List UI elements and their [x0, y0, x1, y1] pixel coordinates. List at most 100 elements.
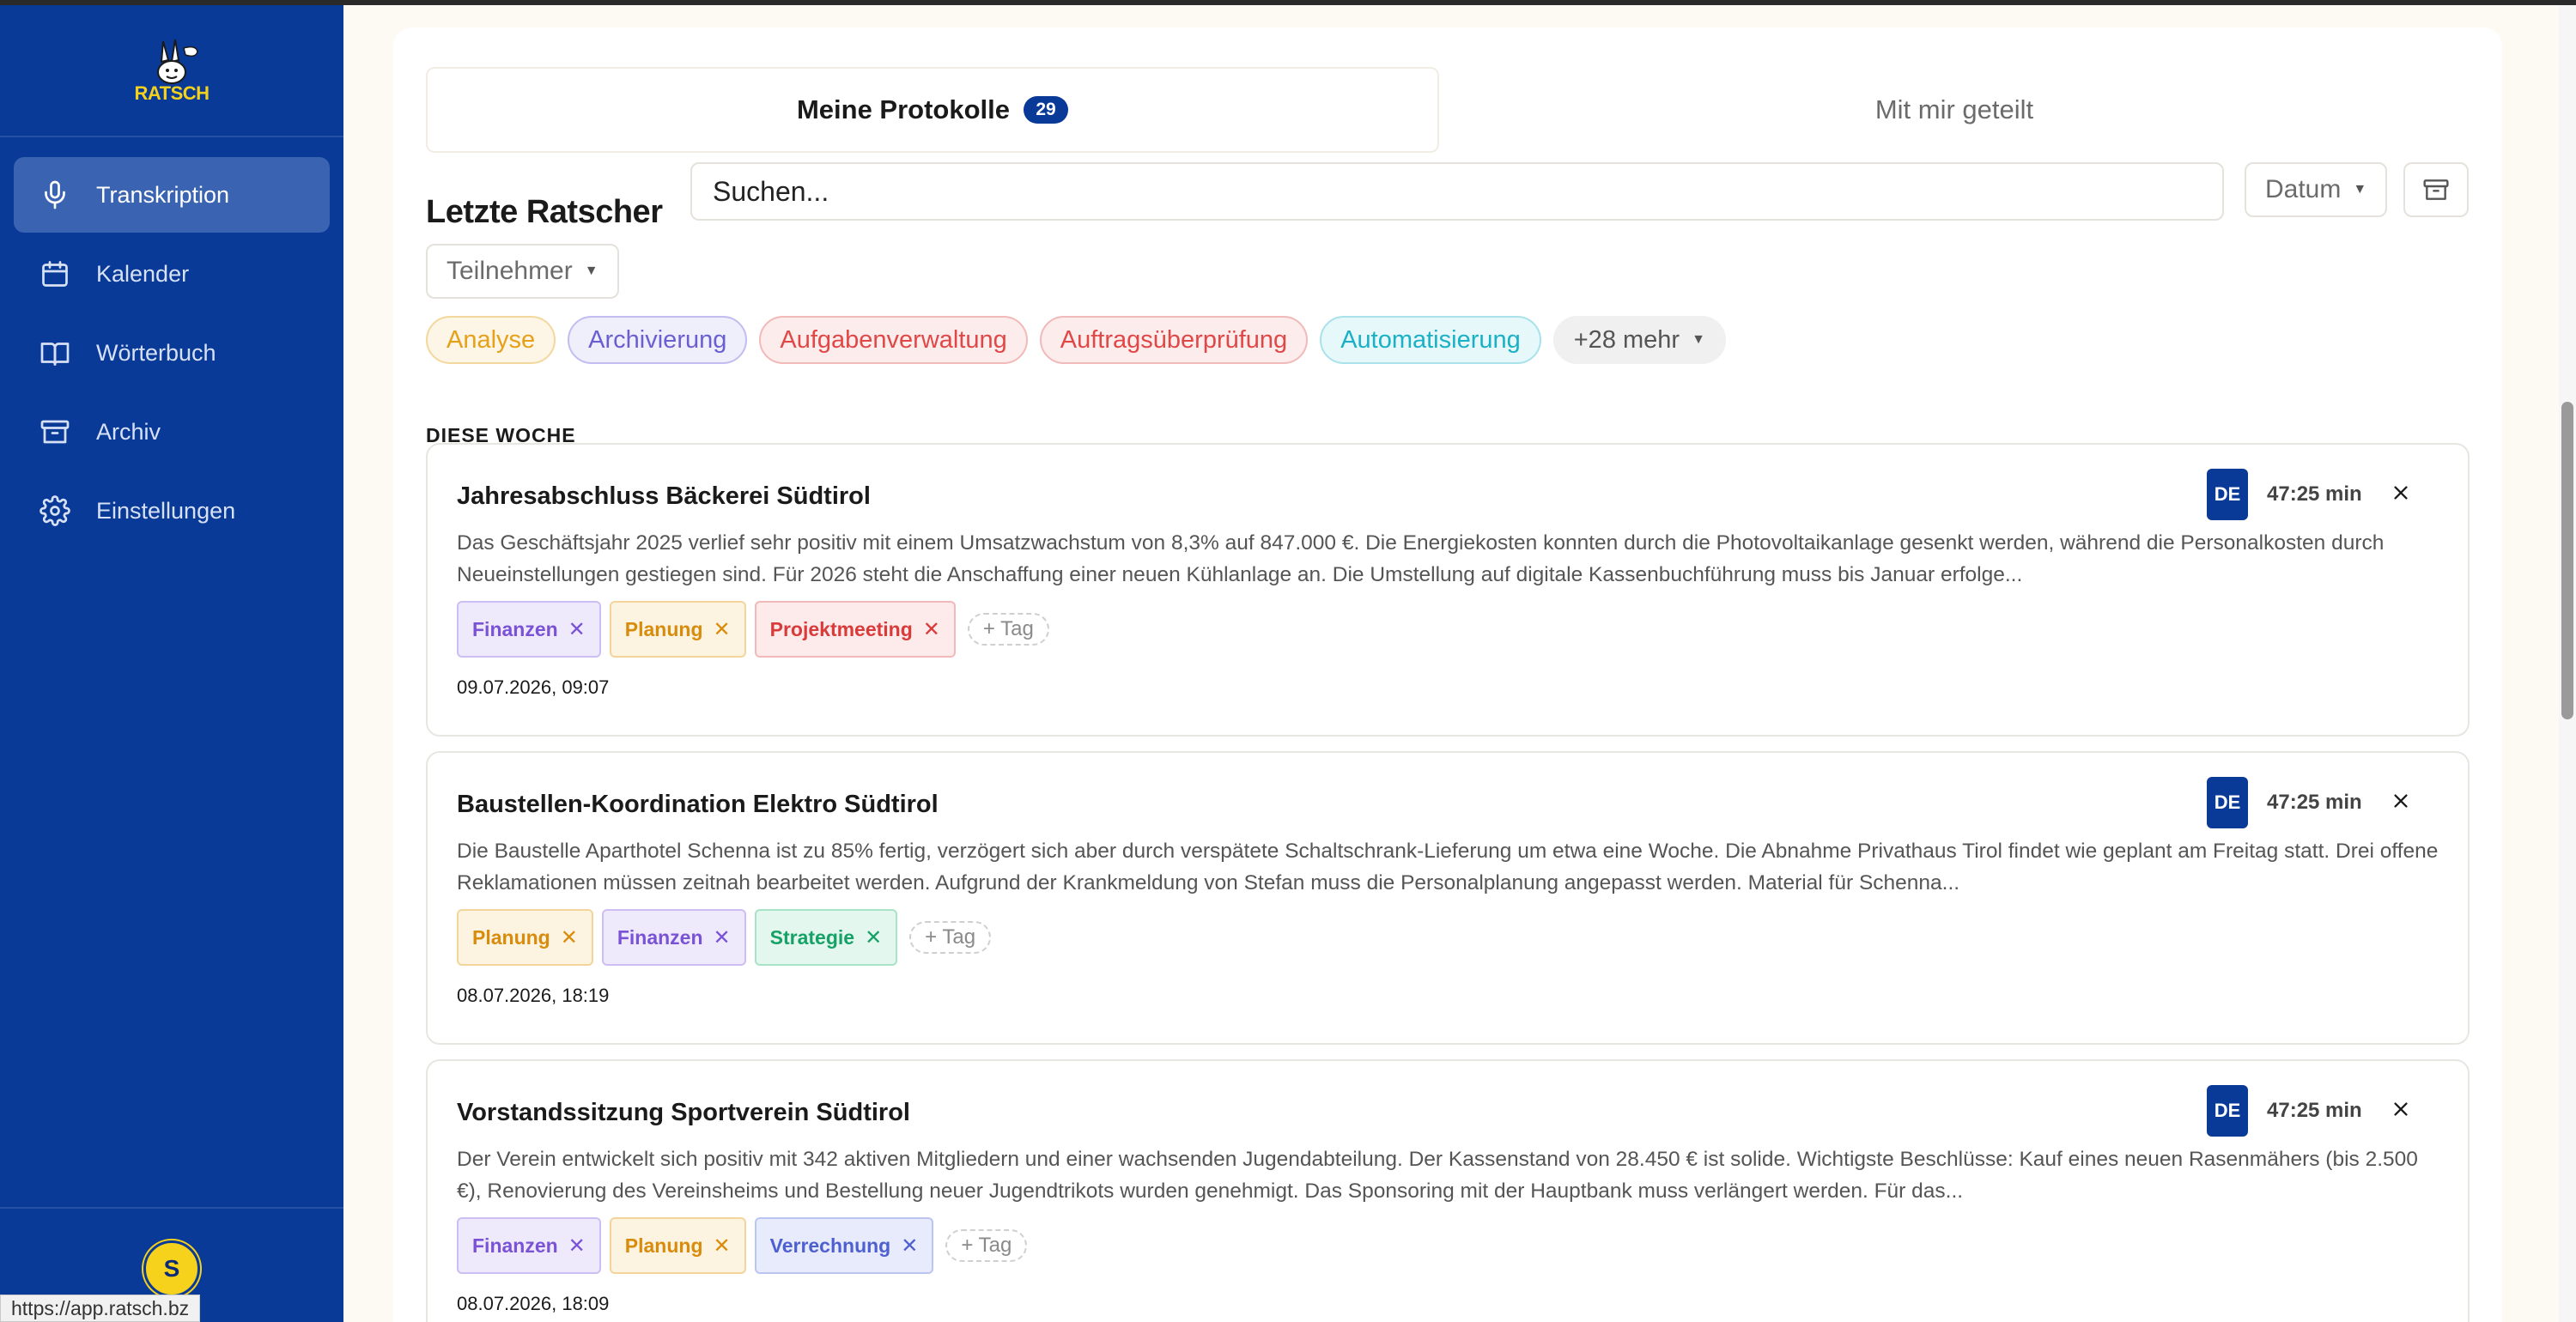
tag-list: Planung ✕ Finanzen ✕ Strategie ✕ + Tag	[457, 909, 992, 966]
remove-tag-icon[interactable]: ✕	[714, 925, 731, 950]
sidebar-item-label: Einstellungen	[96, 497, 236, 524]
delete-protocol-button[interactable]	[2384, 1092, 2418, 1126]
protocol-card[interactable]: Baustellen-Koordination Elektro Südtirol…	[426, 751, 2470, 1045]
remove-tag-icon[interactable]: ✕	[568, 617, 586, 642]
gear-icon	[39, 495, 70, 526]
language-badge: DE	[2207, 777, 2248, 828]
window-top-edge	[0, 0, 2576, 5]
tag-label: Planung	[624, 1234, 703, 1257]
sidebar-item-woerterbuch[interactable]: Wörterbuch	[14, 315, 330, 391]
sidebar-divider-bottom	[0, 1207, 343, 1209]
tag-label: Finanzen	[472, 617, 558, 640]
language-badge: DE	[2207, 469, 2248, 520]
sidebar-item-transkription[interactable]: Transkription	[14, 157, 330, 233]
calendar-icon	[42, 261, 68, 287]
archive-button[interactable]	[2403, 162, 2469, 217]
filter-chip-archivierung[interactable]: Archivierung	[568, 316, 748, 364]
sidebar: RATSCH Transkription Kalender Wörterbuch…	[0, 0, 343, 1322]
sidebar-item-label: Wörterbuch	[96, 339, 216, 366]
sidebar-item-einstellungen[interactable]: Einstellungen	[14, 473, 330, 549]
remove-tag-icon[interactable]: ✕	[568, 1234, 586, 1258]
filter-chip-automatisierung[interactable]: Automatisierung	[1320, 316, 1541, 364]
date-filter-label: Datum	[2265, 175, 2342, 203]
add-tag-button[interactable]: + Tag	[945, 1229, 1028, 1262]
remove-tag-icon[interactable]: ✕	[561, 925, 578, 950]
microphone-icon	[45, 180, 65, 209]
protocol-summary: Der Verein entwickelt sich positiv mit 3…	[457, 1148, 2418, 1203]
tag-list: Finanzen ✕ Planung ✕ Projektmeeting ✕ + Tag	[457, 601, 1049, 658]
tab-label: Meine Protokolle	[796, 94, 1011, 124]
page-title: Letzte Ratscher	[426, 194, 663, 230]
tag-chip: Planung ✕	[457, 909, 593, 966]
sidebar-item-archiv[interactable]: Archiv	[14, 394, 330, 470]
close-icon	[2394, 794, 2408, 808]
protocol-date: 08.07.2026, 18:19	[457, 985, 610, 1006]
participants-filter-dropdown[interactable]: Teilnehmer ▼	[426, 244, 619, 299]
tag-list: Finanzen ✕ Planung ✕ Verrechnung ✕ + Tag	[457, 1217, 1028, 1274]
protocol-title: Baustellen-Koordination Elektro Südtirol	[457, 791, 939, 818]
tag-label: Finanzen	[617, 925, 703, 949]
sidebar-item-kalender[interactable]: Kalender	[14, 236, 330, 312]
tag-label: Finanzen	[472, 1234, 558, 1257]
tab-label: Mit mir geteilt	[1874, 94, 2034, 124]
tag-label: Planung	[472, 925, 550, 949]
language-badge: DE	[2207, 1085, 2248, 1137]
filter-chip-analyse[interactable]: Analyse	[426, 316, 556, 364]
sidebar-item-label: Archiv	[96, 418, 161, 445]
protocol-title: Vorstandssitzung Sportverein Südtirol	[457, 1099, 910, 1126]
tab-meine-protokolle[interactable]: Meine Protokolle 29	[426, 67, 1439, 153]
caret-down-icon: ▼	[584, 264, 598, 278]
page-scrollbar-thumb[interactable]	[2561, 402, 2573, 719]
user-avatar[interactable]: S	[143, 1240, 200, 1297]
remove-tag-icon[interactable]: ✕	[714, 1234, 731, 1258]
more-filters-label: +28 mehr	[1573, 325, 1680, 354]
sidebar-item-label: Kalender	[96, 260, 190, 287]
protocol-card[interactable]: Jahresabschluss Bäckerei Südtirol DE 47:…	[426, 443, 2470, 737]
delete-protocol-button[interactable]	[2384, 784, 2418, 818]
tag-chip: Finanzen ✕	[457, 601, 601, 658]
protocol-card[interactable]: Vorstandssitzung Sportverein Südtirol DE…	[426, 1059, 2470, 1322]
sidebar-nav: Transkription Kalender Wörterbuch Archiv…	[14, 157, 330, 552]
filter-chip-aufgabenverwaltung[interactable]: Aufgabenverwaltung	[759, 316, 1028, 364]
tag-chip: Finanzen ✕	[601, 909, 746, 966]
sidebar-divider-top	[0, 136, 343, 137]
tag-chip: Planung ✕	[609, 601, 746, 658]
more-filters-button[interactable]: +28 mehr ▼	[1552, 316, 1726, 364]
tag-chip: Verrechnung ✕	[754, 1217, 934, 1274]
protocol-count-badge: 29	[1024, 96, 1069, 124]
filter-chip-auftragsueberpruefung[interactable]: Auftragsüberprüfung	[1039, 316, 1309, 364]
caret-down-icon: ▼	[1692, 332, 1705, 347]
archive-icon	[40, 420, 70, 444]
tag-label: Projektmeeting	[769, 617, 913, 640]
add-tag-button[interactable]: + Tag	[967, 613, 1049, 646]
tag-chip: Strategie ✕	[754, 909, 898, 966]
tag-label: Planung	[624, 617, 703, 640]
close-icon	[2394, 486, 2408, 500]
remove-tag-icon[interactable]: ✕	[901, 1234, 918, 1258]
protocol-tabs: Meine Protokolle 29 Mit mir geteilt	[426, 67, 2470, 153]
tag-chip: Planung ✕	[609, 1217, 746, 1274]
tab-mit-mir-geteilt[interactable]: Mit mir geteilt	[1439, 67, 2470, 153]
protocol-summary: Die Baustelle Aparthotel Schenna ist zu …	[457, 840, 2439, 894]
remove-tag-icon[interactable]: ✕	[865, 925, 882, 950]
archive-icon	[2423, 179, 2449, 200]
caret-down-icon: ▼	[2353, 182, 2367, 197]
protocol-summary: Das Geschäftsjahr 2025 verlief sehr posi…	[457, 531, 2385, 586]
topic-filter-chips: Analyse Archivierung Aufgabenverwaltung …	[426, 316, 1726, 364]
date-filter-dropdown[interactable]: Datum ▼	[2245, 162, 2388, 217]
link-status-url: https://app.ratsch.bz	[0, 1295, 201, 1322]
protocol-duration: 47:25 min	[2267, 482, 2362, 506]
main-panel: Meine Protokolle 29 Mit mir geteilt Letz…	[393, 27, 2502, 1322]
tag-label: Verrechnung	[769, 1234, 891, 1257]
tag-label: Strategie	[769, 925, 855, 949]
add-tag-button[interactable]: + Tag	[909, 921, 992, 954]
protocol-date: 09.07.2026, 09:07	[457, 676, 610, 698]
remove-tag-icon[interactable]: ✕	[714, 617, 731, 642]
book-icon	[40, 343, 70, 366]
close-icon	[2394, 1102, 2408, 1116]
remove-tag-icon[interactable]: ✕	[923, 617, 940, 642]
search-input[interactable]	[690, 162, 2224, 221]
ratsch-logo[interactable]: RATSCH	[129, 36, 215, 106]
logo-wordmark: RATSCH	[134, 82, 210, 104]
delete-protocol-button[interactable]	[2384, 476, 2418, 510]
